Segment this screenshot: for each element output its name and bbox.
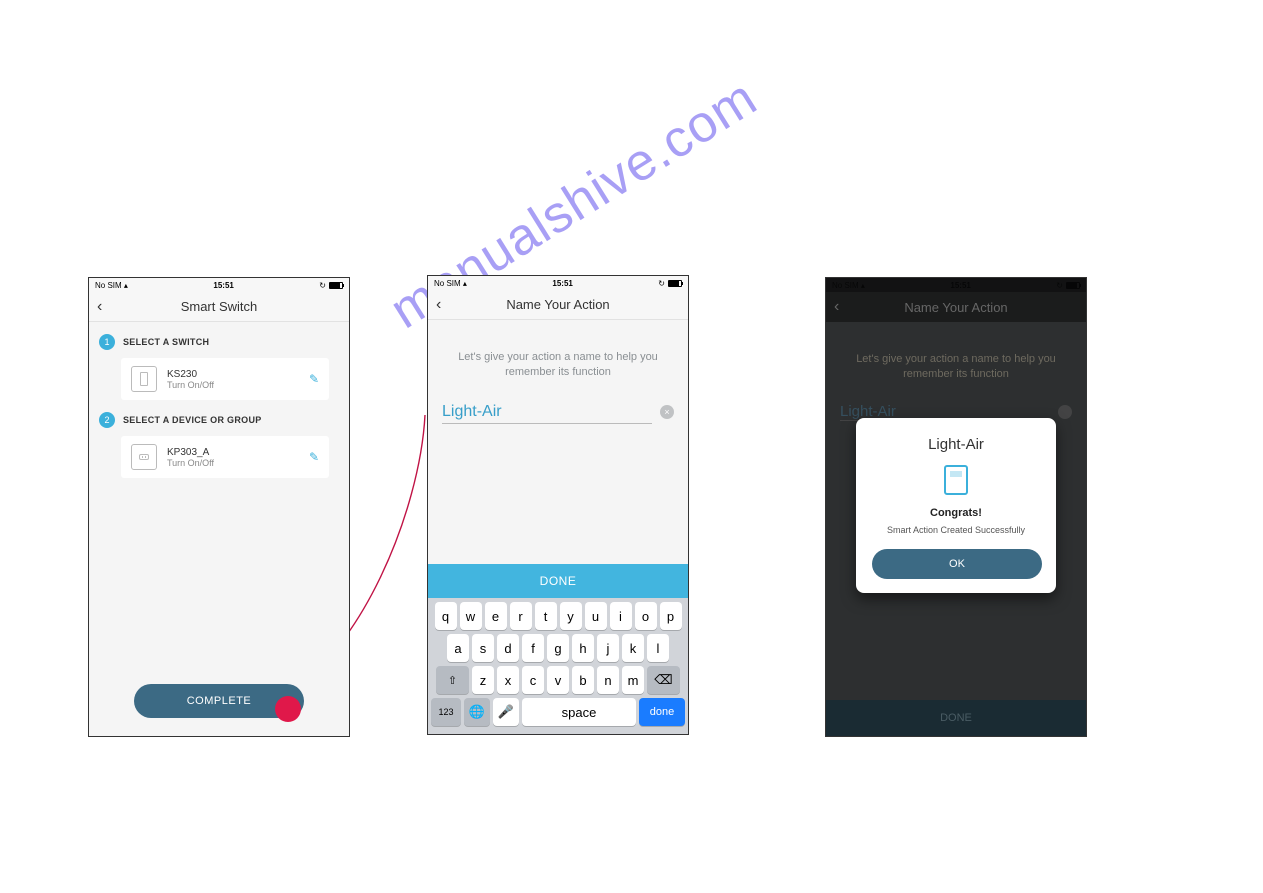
- phone-screenshot-1: No SIM ▴ 15:51 ↻ ‹ Smart Switch 1 SELECT…: [88, 277, 350, 737]
- pencil-icon[interactable]: ✎: [309, 450, 319, 464]
- key-k[interactable]: k: [622, 634, 644, 662]
- clear-input-icon[interactable]: ×: [660, 405, 674, 419]
- done-bar[interactable]: DONE: [428, 564, 688, 598]
- switch-created-icon: [944, 465, 968, 495]
- key-e[interactable]: e: [485, 602, 507, 630]
- carrier-label: No SIM ▴: [95, 281, 128, 290]
- done-bar-dimmed: DONE: [826, 700, 1086, 736]
- key-o[interactable]: o: [635, 602, 657, 630]
- key-u[interactable]: u: [585, 602, 607, 630]
- step-2-badge: 2: [99, 412, 115, 428]
- nav-bar: ‹ Smart Switch: [89, 292, 349, 322]
- status-right: ↻: [1056, 281, 1080, 290]
- status-bar: No SIM ▴ 15:51 ↻: [89, 278, 349, 292]
- modal-title: Light-Air: [872, 436, 1040, 453]
- switch-name: KS230: [167, 369, 214, 380]
- key-w[interactable]: w: [460, 602, 482, 630]
- nav-bar: ‹ Name Your Action: [428, 290, 688, 320]
- nav-title: Name Your Action: [826, 300, 1086, 315]
- key-b[interactable]: b: [572, 666, 594, 694]
- device-row[interactable]: KP303_A Turn On/Off ✎: [121, 436, 329, 478]
- clock-label: 15:51: [950, 281, 970, 290]
- clear-icon-dimmed: [1058, 405, 1072, 419]
- switch-icon: [131, 366, 157, 392]
- key-p[interactable]: p: [660, 602, 682, 630]
- status-bar: No SIM ▴ 15:51 ↻: [826, 278, 1086, 292]
- action-name-row: ×: [428, 401, 688, 424]
- key-d[interactable]: d: [497, 634, 519, 662]
- key-v[interactable]: v: [547, 666, 569, 694]
- key-i[interactable]: i: [610, 602, 632, 630]
- clock-label: 15:51: [552, 279, 572, 288]
- section-1-header: 1 SELECT A SWITCH: [89, 322, 349, 358]
- section-1-label: SELECT A SWITCH: [123, 337, 209, 347]
- key-g[interactable]: g: [547, 634, 569, 662]
- key-y[interactable]: y: [560, 602, 582, 630]
- mic-key[interactable]: 🎤: [493, 698, 519, 726]
- key-x[interactable]: x: [497, 666, 519, 694]
- numbers-key[interactable]: 123: [431, 698, 461, 726]
- key-s[interactable]: s: [472, 634, 494, 662]
- key-m[interactable]: m: [622, 666, 644, 694]
- carrier-label: No SIM ▴: [832, 281, 865, 290]
- section-2-label: SELECT A DEVICE OR GROUP: [123, 415, 262, 425]
- back-icon[interactable]: ‹: [436, 296, 441, 314]
- step-1-badge: 1: [99, 334, 115, 350]
- nav-title: Name Your Action: [428, 297, 688, 312]
- pencil-icon[interactable]: ✎: [309, 372, 319, 386]
- key-h[interactable]: h: [572, 634, 594, 662]
- status-bar: No SIM ▴ 15:51 ↻: [428, 276, 688, 290]
- back-icon[interactable]: ‹: [834, 298, 839, 316]
- hint-text: Let's give your action a name to help yo…: [428, 320, 688, 401]
- key-q[interactable]: q: [435, 602, 457, 630]
- key-t[interactable]: t: [535, 602, 557, 630]
- modal-congrats: Congrats!: [872, 507, 1040, 519]
- backspace-key[interactable]: ⌫: [647, 666, 680, 694]
- key-a[interactable]: a: [447, 634, 469, 662]
- device-sub: Turn On/Off: [167, 458, 214, 468]
- key-f[interactable]: f: [522, 634, 544, 662]
- key-z[interactable]: z: [472, 666, 494, 694]
- switch-row[interactable]: KS230 Turn On/Off ✎: [121, 358, 329, 400]
- switch-sub: Turn On/Off: [167, 380, 214, 390]
- shift-key[interactable]: ⇧: [436, 666, 469, 694]
- hint-text-dimmed: Let's give your action a name to help yo…: [826, 322, 1086, 403]
- status-right: ↻: [658, 279, 682, 288]
- ios-keyboard: qwertyuiop asdfghjkl ⇧ zxcvbnm ⌫ 123 🌐 🎤…: [428, 598, 688, 734]
- success-modal: Light-Air Congrats! Smart Action Created…: [856, 418, 1056, 593]
- key-l[interactable]: l: [647, 634, 669, 662]
- back-icon[interactable]: ‹: [97, 298, 102, 316]
- space-key[interactable]: space: [522, 698, 636, 726]
- keyboard-done-key[interactable]: done: [639, 698, 685, 726]
- clock-label: 15:51: [213, 281, 233, 290]
- key-n[interactable]: n: [597, 666, 619, 694]
- key-j[interactable]: j: [597, 634, 619, 662]
- status-right: ↻: [319, 281, 343, 290]
- carrier-label: No SIM ▴: [434, 279, 467, 288]
- tap-indicator-dot: [275, 696, 301, 722]
- plug-icon: [131, 444, 157, 470]
- modal-ok-button[interactable]: OK: [872, 549, 1042, 579]
- key-c[interactable]: c: [522, 666, 544, 694]
- section-2-header: 2 SELECT A DEVICE OR GROUP: [89, 400, 349, 436]
- phone-screenshot-3: No SIM ▴ 15:51 ↻ ‹ Name Your Action Let'…: [825, 277, 1087, 737]
- action-name-input[interactable]: [442, 401, 652, 424]
- phone-screenshot-2: No SIM ▴ 15:51 ↻ ‹ Name Your Action Let'…: [427, 275, 689, 735]
- nav-title: Smart Switch: [89, 299, 349, 314]
- device-name: KP303_A: [167, 447, 214, 458]
- modal-message: Smart Action Created Successfully: [872, 525, 1040, 535]
- nav-bar: ‹ Name Your Action: [826, 292, 1086, 322]
- globe-key[interactable]: 🌐: [464, 698, 490, 726]
- key-r[interactable]: r: [510, 602, 532, 630]
